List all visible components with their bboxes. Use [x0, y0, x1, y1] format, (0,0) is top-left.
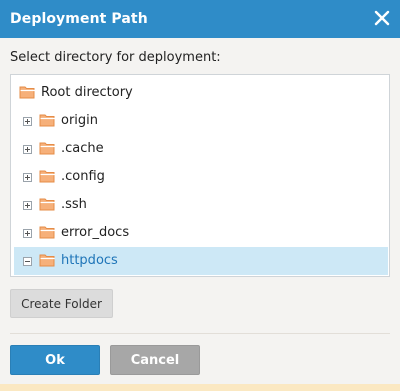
folder-icon — [39, 113, 56, 128]
dialog-title: Deployment Path — [10, 11, 148, 27]
tree-item-cache[interactable]: .cache — [11, 135, 389, 163]
tree-item-error-docs[interactable]: error_docs — [11, 219, 389, 247]
tree-item-label: .ssh — [61, 197, 87, 212]
dialog-titlebar: Deployment Path — [0, 0, 400, 38]
folder-icon — [39, 225, 56, 240]
expand-icon[interactable] — [23, 201, 32, 210]
tree-root-label: Root directory — [41, 85, 133, 100]
folder-open-icon — [19, 85, 36, 100]
tree-item-httpdocs[interactable]: httpdocs — [14, 247, 388, 275]
ok-button[interactable]: Ok — [10, 345, 100, 375]
expand-icon[interactable] — [23, 117, 32, 126]
folder-icon — [39, 253, 56, 268]
tree-item-label: httpdocs — [61, 253, 118, 268]
divider — [10, 333, 390, 334]
tree-item-label: error_docs — [61, 225, 130, 240]
deployment-path-dialog: Deployment Path Select directory for dep… — [0, 0, 400, 391]
folder-icon — [39, 169, 56, 184]
expand-icon[interactable] — [23, 229, 32, 238]
footer-strip — [0, 384, 400, 391]
cancel-button[interactable]: Cancel — [110, 345, 200, 375]
tree-item-label: origin — [61, 113, 99, 128]
expand-icon[interactable] — [23, 145, 32, 154]
close-icon[interactable] — [372, 8, 392, 28]
tree-item-origin[interactable]: origin — [11, 107, 389, 135]
select-directory-prompt: Select directory for deployment: — [10, 50, 221, 65]
expand-icon[interactable] — [23, 173, 32, 182]
directory-tree[interactable]: Root directory origin .cache .config .ss… — [10, 74, 390, 277]
folder-icon — [39, 141, 56, 156]
tree-root-directory[interactable]: Root directory — [11, 79, 389, 107]
tree-item-ssh[interactable]: .ssh — [11, 191, 389, 219]
folder-icon — [39, 197, 56, 212]
tree-item-label: .cache — [61, 141, 104, 156]
create-folder-button[interactable]: Create Folder — [10, 289, 113, 318]
tree-item-config[interactable]: .config — [11, 163, 389, 191]
collapse-icon[interactable] — [23, 257, 32, 266]
tree-item-label: .config — [61, 169, 105, 184]
